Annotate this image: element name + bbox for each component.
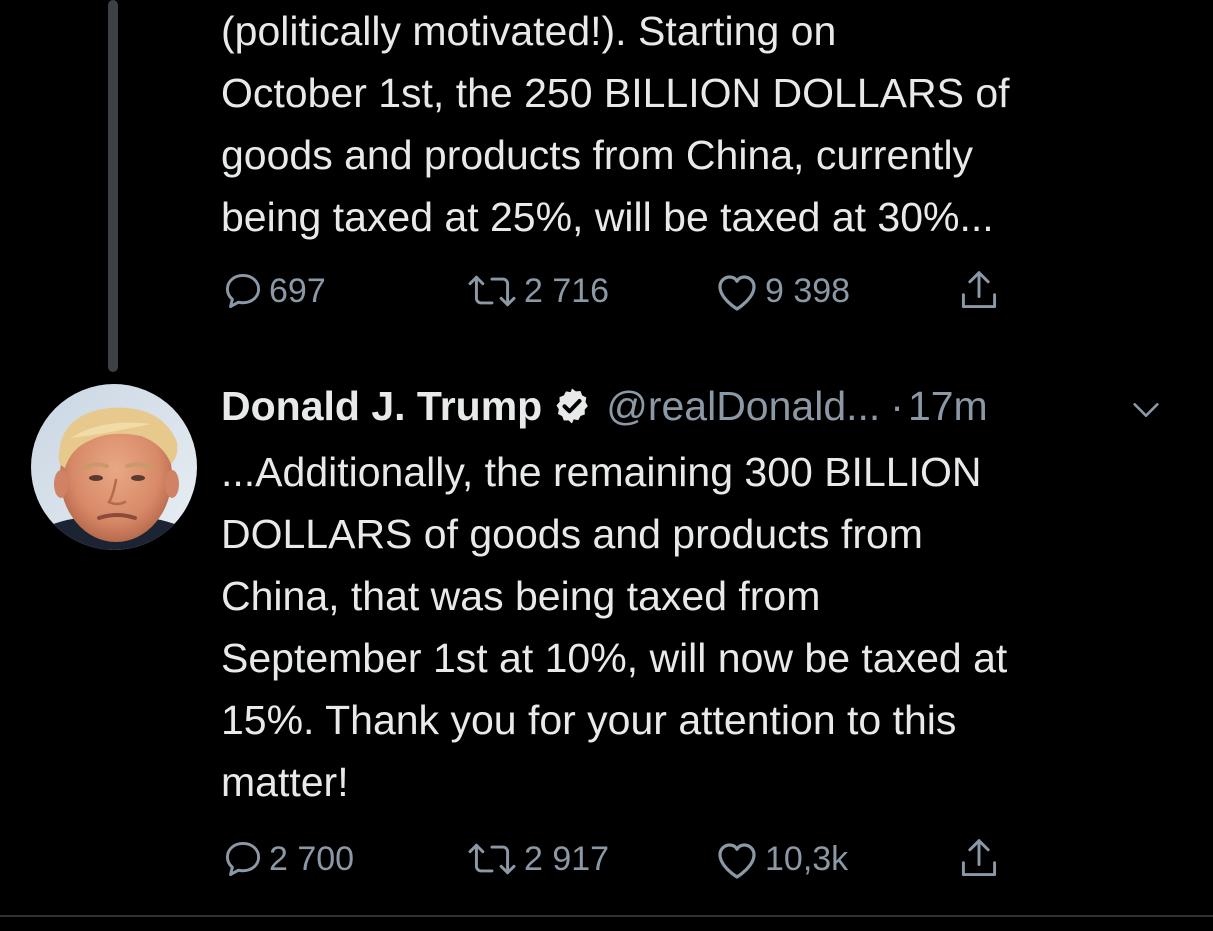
tweet-1-action-bar: 697 2 716 9 398 <box>221 266 1041 316</box>
tweet-timestamp[interactable]: 17m <box>908 383 988 430</box>
tweet-2-text: ...Additionally, the remaining 300 BILLI… <box>221 449 1008 805</box>
author-avatar[interactable] <box>31 384 197 550</box>
tweet-2-like-button[interactable]: 10,3k <box>713 834 848 884</box>
author-handle[interactable]: @realDonald... <box>606 383 880 430</box>
heart-icon <box>713 837 761 881</box>
tweet-2-like-count: 10,3k <box>765 839 849 878</box>
tweet-1-reply-count: 697 <box>269 271 326 310</box>
tweet-1-like-button[interactable]: 9 398 <box>713 266 850 316</box>
tweet-2-reply-button[interactable]: 2 700 <box>221 834 354 884</box>
share-icon <box>957 835 1001 883</box>
verified-badge-icon <box>552 386 592 426</box>
tweet-1-reply-button[interactable]: 697 <box>221 266 326 316</box>
tweet-1-retweet-button[interactable]: 2 716 <box>464 266 609 316</box>
tweet-1-share-button[interactable] <box>957 266 1001 316</box>
author-name[interactable]: Donald J. Trump <box>221 383 542 430</box>
tweet-2-header: Donald J. Trump @realDonald... · 17m <box>221 374 1181 438</box>
tweet-2-action-bar: 2 700 2 917 10,3k <box>221 834 1041 884</box>
retweet-icon <box>464 269 520 313</box>
tweet-2-reply-count: 2 700 <box>269 839 355 878</box>
header-separator: · <box>890 382 904 429</box>
tweet-2-retweet-button[interactable]: 2 917 <box>464 834 609 884</box>
reply-icon <box>221 837 265 881</box>
chevron-down-icon[interactable] <box>1129 390 1163 424</box>
reply-icon <box>221 269 265 313</box>
retweet-icon <box>464 837 520 881</box>
tweet-1-like-count: 9 398 <box>765 271 851 310</box>
tweet-2-share-button[interactable] <box>957 834 1001 884</box>
thread-connector-line <box>108 0 118 372</box>
heart-icon <box>713 269 761 313</box>
tweet-1-retweet-count: 2 716 <box>524 271 610 310</box>
tweet-1-text: (politically motivated!). Starting on Oc… <box>221 8 1010 240</box>
share-icon <box>957 267 1001 315</box>
tweet-divider <box>0 915 1213 917</box>
tweet-2-retweet-count: 2 917 <box>524 839 610 878</box>
